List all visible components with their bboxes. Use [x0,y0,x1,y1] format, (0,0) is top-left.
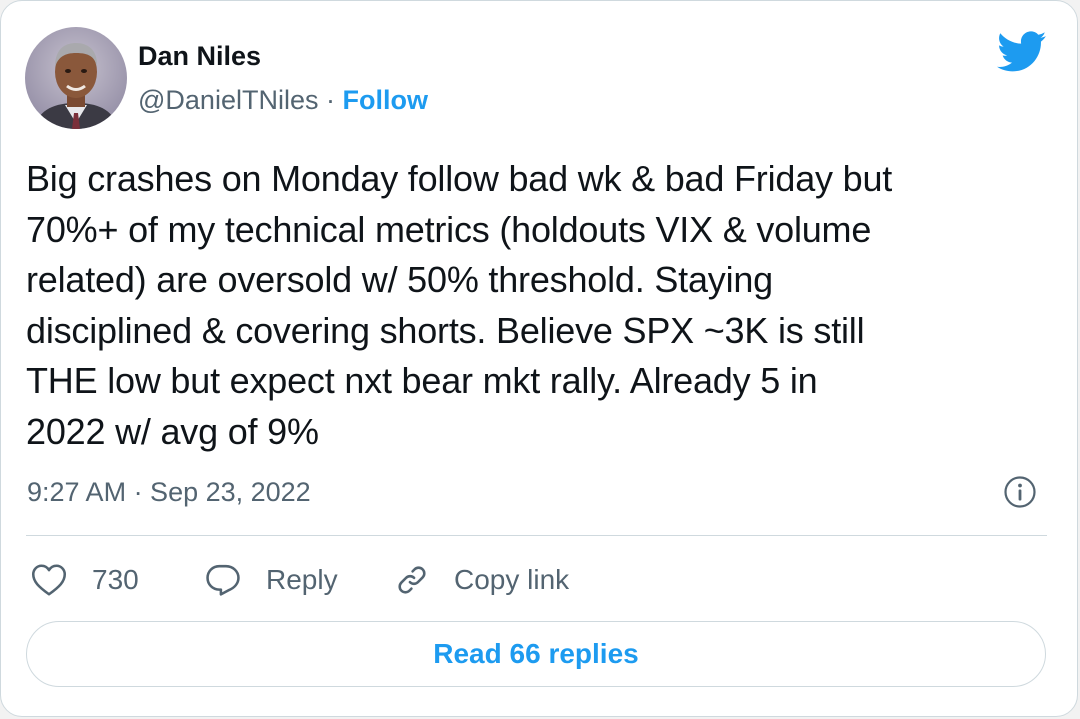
tweet-line: 70%+ of my technical metrics (holdouts V… [26,208,872,250]
follow-link[interactable]: Follow [342,85,427,115]
twitter-bird-icon[interactable] [997,31,1047,73]
tweet-timestamp[interactable]: 9:27 AM · Sep 23, 2022 [27,477,311,508]
tweet-line: related) are oversold w/ 50% threshold. … [26,259,774,300]
author-name[interactable]: Dan Niles [138,41,261,72]
author-handle[interactable]: @DanielTNiles [138,85,318,115]
tweet-text: Big crashes on Monday follow bad wk & ba… [26,154,1056,457]
avatar-image [25,27,127,129]
tweet-card: Dan Niles @DanielTNiles · Follow Big cra… [0,0,1078,717]
tweet-line: THE low but expect nxt bear mkt rally. A… [26,360,818,401]
speech-bubble-icon [206,564,240,596]
link-icon [398,566,426,594]
handle-separator: · [318,85,343,115]
tweet-line: 2022 w/ avg of 9% [26,410,319,452]
tweet-line: disciplined & covering shorts. Believe S… [26,309,865,351]
reply-button[interactable]: Reply [205,558,338,602]
author-avatar[interactable] [25,27,127,129]
tweet-line: Big crashes on Monday follow bad wk & ba… [26,158,893,199]
copy-link-button[interactable]: Copy link [394,558,569,602]
divider [26,535,1047,536]
reply-label: Reply [266,564,338,595]
heart-icon [31,564,67,596]
author-handle-line: @DanielTNiles · Follow [138,85,428,116]
like-button[interactable]: 730 [31,558,139,602]
like-count: 730 [92,564,139,595]
info-icon[interactable] [1003,475,1037,509]
copy-link-label: Copy link [454,564,570,595]
read-replies-button[interactable]: Read 66 replies [26,621,1046,687]
